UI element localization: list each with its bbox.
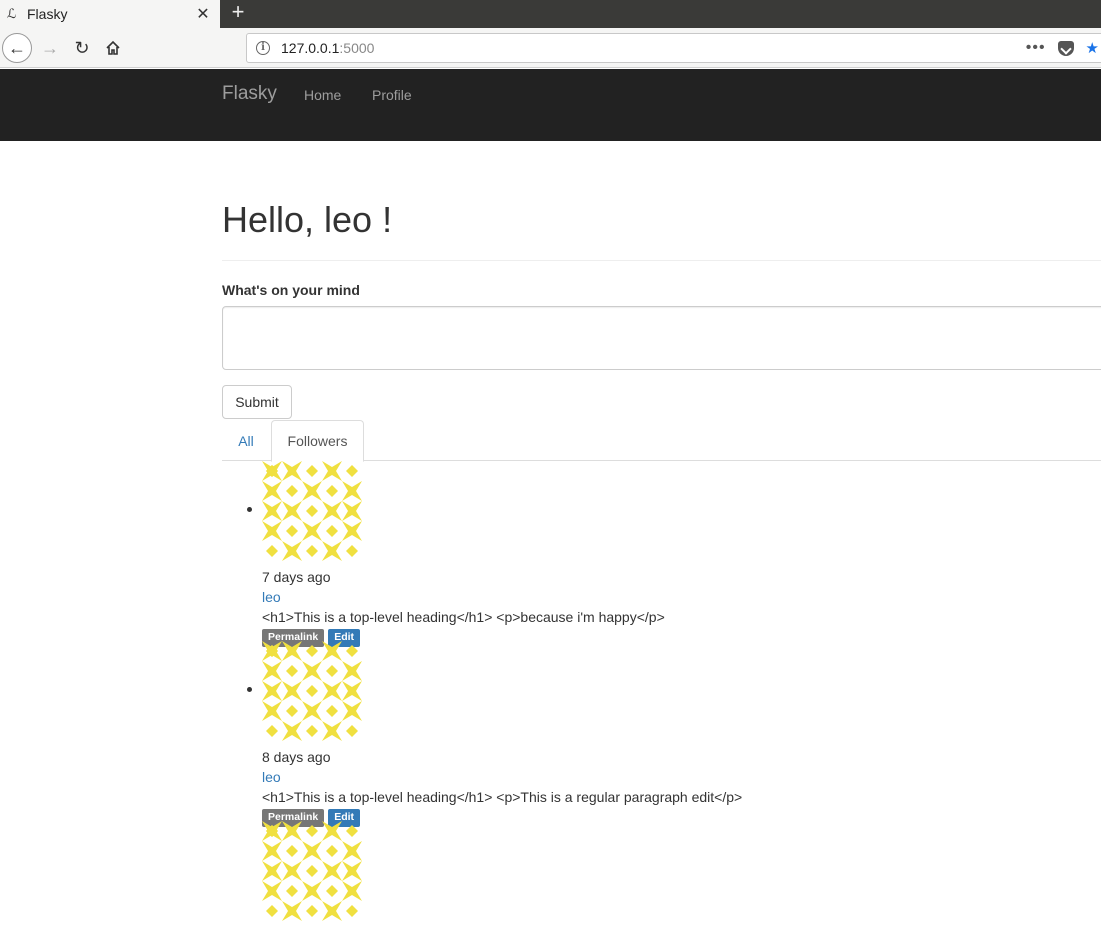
post-date: 8 days ago bbox=[262, 749, 331, 765]
avatar[interactable] bbox=[262, 641, 362, 741]
info-icon[interactable]: i bbox=[256, 41, 270, 55]
favicon-icon: ℒ bbox=[7, 6, 17, 21]
post-body-textarea[interactable] bbox=[222, 306, 1101, 370]
post-body: <h1>This is a top-level heading</h1> <p>… bbox=[262, 789, 743, 805]
list-bullet bbox=[247, 687, 252, 692]
url-host: 127.0.0.1 bbox=[281, 40, 340, 56]
browser-tab-strip: ℒ Flasky ✕ + bbox=[0, 0, 1101, 28]
list-bullet bbox=[247, 507, 252, 512]
post-item: 7 days ago leo <h1>This is a top-level h… bbox=[247, 461, 862, 647]
brand-link[interactable]: Flasky bbox=[222, 83, 277, 105]
page-title: Hello, leo ! bbox=[222, 199, 393, 240]
nav-profile-link[interactable]: Profile bbox=[372, 87, 412, 103]
post-item: 8 days ago leo <h1>This is a top-level h… bbox=[247, 641, 862, 827]
post-author-link[interactable]: leo bbox=[262, 767, 862, 787]
browser-toolbar: ← → ↻ i 127.0.0.1:5000 ••• ★ bbox=[0, 28, 1101, 68]
nav-home-link[interactable]: Home bbox=[304, 87, 341, 103]
url-bar[interactable]: i 127.0.0.1:5000 ••• ★ bbox=[246, 33, 1101, 63]
post-date: 7 days ago bbox=[262, 569, 331, 585]
post-author-link[interactable]: leo bbox=[262, 587, 862, 607]
page-header: Hello, leo ! bbox=[222, 200, 1101, 261]
post-item bbox=[262, 821, 862, 926]
plus-icon[interactable]: + bbox=[226, 1, 250, 25]
more-icon[interactable]: ••• bbox=[1026, 39, 1046, 57]
tab-all[interactable]: All bbox=[222, 420, 270, 461]
star-icon[interactable]: ★ bbox=[1086, 39, 1099, 57]
tab-followers[interactable]: Followers bbox=[271, 420, 364, 462]
avatar[interactable] bbox=[262, 461, 362, 561]
pocket-icon[interactable] bbox=[1057, 40, 1074, 56]
close-icon[interactable]: ✕ bbox=[192, 4, 214, 24]
back-icon[interactable]: ← bbox=[2, 33, 32, 63]
post-body-label: What's on your mind bbox=[222, 282, 360, 298]
site-navbar: Flasky Home Profile bbox=[0, 69, 1101, 141]
reload-icon[interactable]: ↻ bbox=[68, 34, 96, 62]
home-icon[interactable] bbox=[99, 34, 127, 62]
browser-tab[interactable]: ℒ Flasky ✕ bbox=[0, 0, 220, 28]
url-port: :5000 bbox=[339, 40, 375, 56]
forward-icon[interactable]: → bbox=[36, 34, 64, 62]
submit-button[interactable]: Submit bbox=[222, 385, 292, 419]
avatar[interactable] bbox=[262, 821, 362, 921]
tab-title: Flasky bbox=[27, 6, 68, 22]
post-tabs: All Followers bbox=[222, 420, 1101, 462]
post-body: <h1>This is a top-level heading</h1> <p>… bbox=[262, 609, 665, 625]
